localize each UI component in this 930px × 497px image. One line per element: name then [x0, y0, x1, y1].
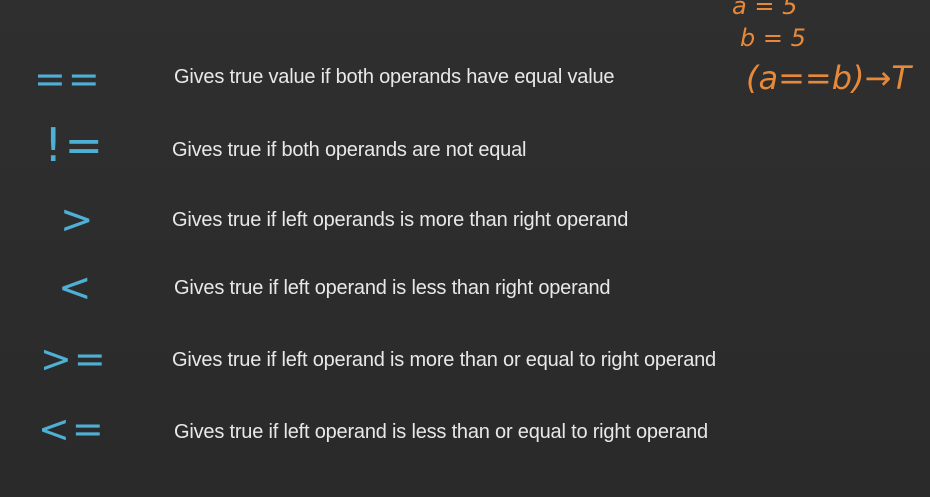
operator-description-equal: Gives true value if both operands have e…	[174, 66, 615, 88]
operator-description-less-than: Gives true if left operand is less than …	[174, 277, 611, 299]
operator-description-greater-or-equal: Gives true if left operand is more than …	[172, 349, 716, 371]
operator-symbol-equal: ==	[34, 57, 102, 101]
operator-symbol-greater-or-equal: >=	[40, 337, 108, 381]
operator-symbol-not-equal: !=	[44, 118, 105, 172]
operator-symbol-less-than: <	[58, 265, 94, 311]
operator-description-greater-than: Gives true if left operands is more than…	[172, 209, 629, 231]
annotation-a-equals-5: a = 5	[732, 0, 798, 20]
annotation-b-equals-5: b = 5	[740, 24, 806, 52]
operator-description-less-or-equal: Gives true if left operand is less than …	[174, 421, 708, 443]
operator-description-not-equal: Gives true if both operands are not equa…	[172, 139, 527, 161]
operator-symbol-less-or-equal: <=	[38, 407, 106, 451]
blackboard: == Gives true value if both operands hav…	[0, 0, 930, 497]
annotation-expression: (a==b)→T	[746, 59, 911, 97]
operator-symbol-greater-than: >	[60, 197, 96, 243]
